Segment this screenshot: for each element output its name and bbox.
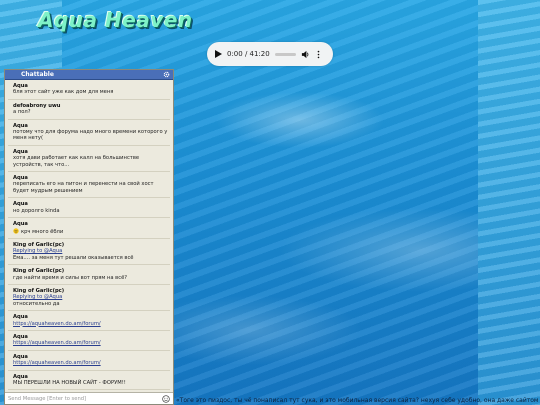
emoji-icon <box>13 227 19 234</box>
chat-message: Aqua потому что для форума надо много вре… <box>8 123 170 146</box>
chat-message-body: потому что для форума надо много времени… <box>13 129 170 142</box>
chat-message-input[interactable]: Send Message [Enter to send] <box>8 396 86 402</box>
more-vert-icon[interactable] <box>314 50 323 59</box>
chat-message-body: относительно да <box>13 301 170 307</box>
smile-icon[interactable] <box>162 394 170 403</box>
chat-message-body: а пол? <box>13 109 170 115</box>
chat-message-body: Ема.... за меня тут решали оказывается в… <box>13 255 170 261</box>
chat-message-text: хотя дави работает как калл на большинст… <box>13 155 140 168</box>
chat-message-link[interactable]: https://aquaheaven.do.am/forum/ <box>13 360 170 366</box>
chat-message: King of Garlic(pc) Replying to @Aqua Ема..… <box>8 242 170 266</box>
chat-message-list[interactable]: Aqua бля этот сайт уже как дом для меня de… <box>5 80 173 392</box>
chat-message-text: где найти время и силы вот прям на всё? <box>13 274 128 281</box>
chat-message-text: относительно да <box>13 300 60 307</box>
chat-message: Aqua крч много ёбли <box>8 221 170 239</box>
chat-message-text: крч много ёбли <box>21 228 64 235</box>
chat-message-body: крч много ёбли <box>13 227 170 235</box>
chat-title: Chattable <box>21 71 54 78</box>
play-icon[interactable] <box>213 49 223 59</box>
chat-message-body: но доролго kinda <box>13 208 170 214</box>
audio-player: 0:00 / 41:20 <box>207 42 333 66</box>
audio-time: 0:00 / 41:20 <box>227 50 270 58</box>
chat-message: Aqua https://aquaheaven.do.am/forum/ <box>8 354 170 371</box>
chat-message: Aqua бля этот сайт уже как дом для меня <box>8 83 170 100</box>
audio-seek-bar[interactable] <box>274 52 296 56</box>
volume-icon[interactable] <box>301 50 310 59</box>
chat-message: Aqua https://aquaheaven.do.am/forum/ <box>8 314 170 331</box>
chat-message-body: хотя дави работает как калл на большинст… <box>13 155 170 168</box>
chat-message: Aqua переписать его на питон и перенести … <box>8 175 170 199</box>
gear-icon[interactable] <box>163 71 170 78</box>
chat-message: Aqua МЫ ПЕРЕШЛИ НА НОВЫЙ САЙТ - ФОРУМ!! <box>8 374 170 391</box>
chat-message-body: МЫ ПЕРЕШЛИ НА НОВЫЙ САЙТ - ФОРУМ!! <box>13 380 170 386</box>
chat-message-text: переписать его на питон и перенести на с… <box>13 181 154 194</box>
chat-message-text: МЫ ПЕРЕШЛИ НА НОВЫЙ САЙТ - ФОРУМ!! <box>13 380 126 386</box>
chat-message-body: где найти время и силы вот прям на всё? <box>13 275 170 281</box>
chat-message-body: бля этот сайт уже как дом для меня <box>13 89 170 95</box>
chat-message-text: бля этот сайт уже как дом для меня <box>13 89 114 96</box>
chat-message-link[interactable]: https://aquaheaven.do.am/forum/ <box>13 321 170 327</box>
chat-header: Chattable <box>5 70 173 80</box>
chat-message: King of Garlic(pc) Replying to @Aqua относ… <box>8 288 170 312</box>
chat-message: defoabrony uwu а пол? <box>8 103 170 120</box>
chat-input-bar: Send Message [Enter to send] <box>5 392 173 404</box>
chat-message-text: а пол? <box>13 109 31 116</box>
site-logo[interactable]: Aqua Heaven <box>38 8 193 32</box>
chat-widget: Chattable Aqua бля этот сайт уже как дом … <box>4 69 174 405</box>
chat-message-body: переписать его на питон и перенести на с… <box>13 181 170 194</box>
chat-message: Aqua но доролго kinda <box>8 201 170 219</box>
chat-message: Aqua хотя дави работает как калл на больш… <box>8 149 170 173</box>
background-strip-right <box>478 0 540 405</box>
chat-message-link[interactable]: https://aquaheaven.do.am/forum/ <box>13 340 170 346</box>
chat-message-text: но доролго kinda <box>13 207 60 214</box>
marquee-text: «Тоге это пиздос, ты чё понаписал тут су… <box>176 397 539 404</box>
chat-message-text: Ема.... за меня тут решали оказывается в… <box>13 254 134 261</box>
chat-message: King of Garlic(pc) где найти время и силы… <box>8 268 170 285</box>
chat-message-text: потому что для форума надо много времени… <box>13 129 168 142</box>
chat-message: Aqua https://aquaheaven.do.am/forum/ <box>8 334 170 351</box>
